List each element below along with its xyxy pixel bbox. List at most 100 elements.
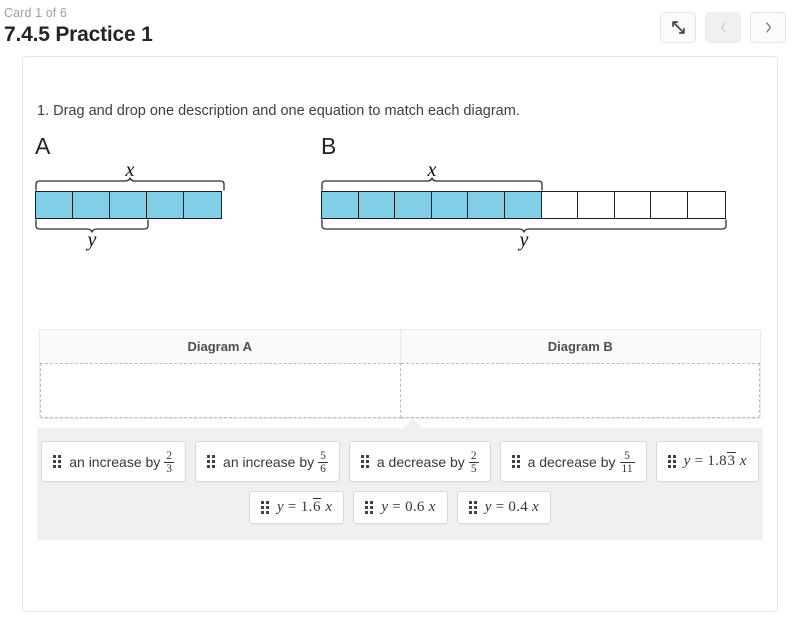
- practice-card: 1. Drag and drop one description and one…: [22, 56, 778, 612]
- drag-handle-icon[interactable]: [511, 455, 520, 469]
- equation-variable: x: [532, 499, 540, 516]
- diagram-b-y-label: y: [519, 229, 529, 251]
- draggable-tile[interactable]: y = 0.6 x: [353, 491, 448, 525]
- tray-row: an increase by 2 3 an increase by 5 6 a …: [41, 441, 759, 483]
- fraction-numerator: 2: [166, 450, 173, 462]
- diagram-b-body: x y: [321, 159, 727, 251]
- diagrams-area: A x y B x y: [23, 133, 777, 323]
- diagram-b-cell: [468, 192, 505, 218]
- diagram-a-x-label: x: [125, 159, 135, 181]
- previous-button[interactable]: [705, 12, 741, 43]
- diagram-b-x-label: x: [427, 159, 437, 181]
- page-header: Card 1 of 6 7.4.5 Practice 1: [0, 0, 800, 47]
- fraction-denominator: 5: [468, 462, 479, 476]
- equation-lhs: y: [381, 499, 389, 516]
- fraction-denominator: 3: [164, 462, 175, 476]
- diagram-a-cell: [110, 192, 147, 218]
- equation-lhs: y: [484, 499, 492, 516]
- diagram-b-cell: [614, 192, 652, 218]
- diagram-b: B x y: [321, 133, 727, 251]
- repeating-overline: 6: [312, 498, 322, 516]
- draggable-tile[interactable]: y = 1.83 x: [655, 441, 759, 483]
- diagram-b-cell: [651, 192, 688, 218]
- diagram-a-cell: [36, 192, 73, 218]
- navigation-buttons: [660, 12, 786, 43]
- diagram-a-cell: [73, 192, 110, 218]
- diagram-a-y-label: y: [87, 229, 97, 251]
- drag-handle-icon[interactable]: [360, 455, 369, 469]
- diagram-b-letter: B: [321, 133, 337, 159]
- diagram-a-bar: [35, 191, 222, 219]
- equation-coefficient: 1.6: [300, 498, 322, 516]
- diagram-b-top-brace: x: [321, 159, 726, 191]
- fraction: 2 3: [164, 450, 175, 476]
- answer-tray: an increase by 2 3 an increase by 5 6 a …: [37, 419, 763, 541]
- equation-coefficient: 0.4: [508, 499, 529, 516]
- tile-label: a decrease by: [376, 453, 465, 470]
- draggable-tile[interactable]: a decrease by 2 5: [348, 441, 491, 483]
- drag-handle-icon[interactable]: [53, 455, 62, 469]
- fraction-denominator: 6: [318, 462, 328, 476]
- diagram-b-cell: [687, 192, 725, 218]
- equation-operator: =: [287, 499, 297, 516]
- dropzone-slot-diagram-b[interactable]: [400, 363, 760, 418]
- draggable-tile[interactable]: a decrease by 5 11: [499, 441, 647, 483]
- diagram-b-bottom-brace: y: [321, 219, 727, 251]
- dropzone-header-diagram-b: Diagram B: [547, 339, 613, 354]
- tray-caret-icon: [403, 419, 423, 428]
- repeating-overline: 3: [726, 452, 736, 470]
- drag-handle-icon[interactable]: [667, 455, 676, 469]
- dropzone-body-row: [40, 363, 760, 418]
- equation-coefficient: 0.6: [405, 499, 425, 516]
- equation-lhs: y: [683, 453, 691, 470]
- fraction-numerator: 2: [470, 450, 477, 462]
- tray-row: y = 1.6 x y = 0.6 x y = 0.4 x: [47, 491, 753, 525]
- tile-content: y = 1.83 x: [683, 452, 747, 470]
- tile-content: an increase by 5 6: [223, 449, 328, 475]
- drag-handle-icon[interactable]: [365, 501, 374, 515]
- equation-operator: =: [495, 499, 505, 516]
- equation-coefficient: 1.83: [707, 452, 736, 470]
- diagram-b-cell: [431, 192, 469, 218]
- draggable-tile[interactable]: an increase by 2 3: [41, 441, 187, 483]
- tile-label: a decrease by: [527, 453, 616, 470]
- tile-content: y = 0.6 x: [381, 499, 435, 516]
- diagram-a-body: x y: [35, 159, 225, 251]
- next-button[interactable]: [750, 12, 786, 43]
- drag-handle-icon[interactable]: [260, 501, 269, 515]
- draggable-tile[interactable]: an increase by 5 6: [195, 441, 340, 483]
- tile-content: y = 1.6 x: [276, 498, 333, 516]
- fraction: 2 5: [468, 450, 479, 476]
- draggable-tile[interactable]: y = 1.6 x: [248, 491, 345, 525]
- tile-content: an increase by 2 3: [69, 449, 175, 476]
- fraction-denominator: 11: [619, 462, 635, 476]
- draggable-tile[interactable]: y = 0.4 x: [456, 491, 552, 525]
- fraction: 5 6: [318, 450, 328, 475]
- diagram-b-cell: [358, 192, 396, 218]
- diagram-a-cell: [147, 192, 184, 218]
- diagram-b-cell: [322, 192, 359, 218]
- diagram-a-top-brace: x: [35, 159, 225, 191]
- diagram-a: A x y: [35, 133, 225, 251]
- dropzone-slot-diagram-a[interactable]: [40, 363, 401, 418]
- diagram-b-cell: [395, 192, 432, 218]
- expand-button[interactable]: [660, 12, 696, 43]
- fraction-numerator: 5: [320, 450, 326, 462]
- diagram-a-letter: A: [35, 133, 51, 159]
- diagram-b-cell: [578, 192, 615, 218]
- equation-variable: x: [428, 499, 436, 516]
- diagram-a-bottom-brace: y: [35, 219, 222, 251]
- fraction-numerator: 5: [624, 450, 630, 462]
- drag-handle-icon[interactable]: [468, 501, 477, 515]
- equation-variable: x: [325, 499, 333, 516]
- tile-label: an increase by: [223, 453, 315, 470]
- drag-handle-icon[interactable]: [207, 455, 216, 469]
- fraction: 5 11: [619, 450, 635, 476]
- dropzone-header-diagram-a: Diagram A: [40, 330, 401, 363]
- tile-content: a decrease by 2 5: [376, 449, 479, 476]
- diagram-b-bar: [321, 191, 726, 219]
- dropzone-table: Diagram A Diagram B: [39, 329, 761, 419]
- equation-lhs: y: [276, 499, 284, 516]
- equation-variable: x: [739, 453, 747, 470]
- chevron-left-icon: [717, 21, 730, 34]
